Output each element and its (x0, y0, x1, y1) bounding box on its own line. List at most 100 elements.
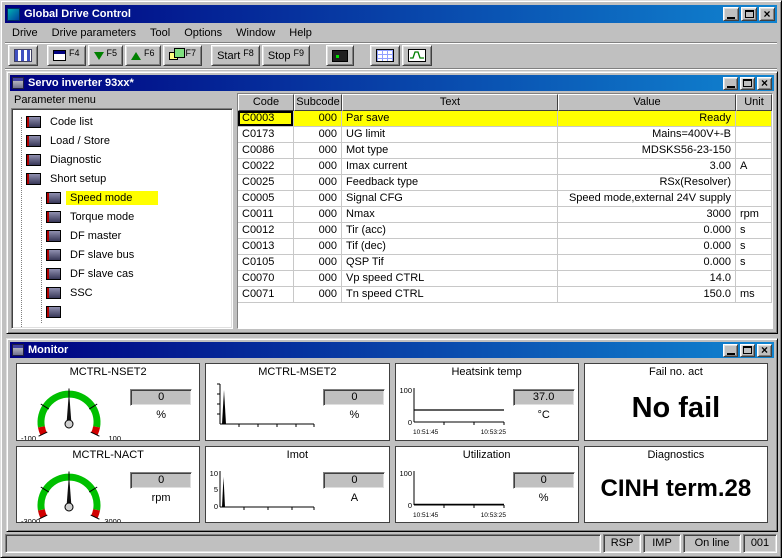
unit-label: % (349, 409, 360, 421)
gauge-min-label: -100 (21, 434, 36, 441)
upload-parameters-button[interactable]: F6 (125, 45, 161, 66)
utilization-chart: 100 0 10:51:45 10:53:25 (399, 469, 506, 519)
parameter-group-icon (46, 210, 61, 223)
tree-item-diagnostic[interactable]: Diagnostic (12, 150, 232, 169)
tree-item-df-slave-bus[interactable]: DF slave bus (12, 245, 232, 264)
table-row[interactable]: C0173 000 UG limit Mains=400V+-B (238, 127, 772, 143)
maximize-button[interactable] (740, 76, 755, 90)
tree-item-torque-mode[interactable]: Torque mode (12, 207, 232, 226)
close-button[interactable]: × (759, 7, 775, 21)
y-min-label: 0 (407, 501, 411, 510)
inverter-titlebar[interactable]: Servo inverter 93xx* × (10, 75, 774, 91)
value-display: 37.0 (512, 389, 575, 406)
drive-list-button[interactable] (8, 45, 38, 66)
maximize-icon (744, 10, 754, 18)
nact-gauge: -3000 3000 (21, 471, 121, 522)
column-header-unit[interactable]: Unit (736, 94, 772, 111)
heatsink-chart: 100 0 10:51:45 10:53:25 (399, 386, 506, 436)
close-button[interactable]: × (757, 343, 772, 357)
menu-tool[interactable]: Tool (143, 26, 177, 40)
download-parameters-button[interactable]: F5 (87, 45, 124, 66)
minimize-button[interactable] (723, 7, 739, 21)
panel-title: MCTRL-NSET2 (69, 366, 147, 378)
status-message-area (5, 534, 601, 553)
oscilloscope-button[interactable] (401, 45, 432, 66)
status-node-number: 001 (743, 534, 777, 553)
upload-icon (131, 51, 142, 60)
parameter-group-icon (46, 286, 61, 299)
fkey-label: F9 (293, 47, 304, 58)
time-label-start: 10:51:45 (413, 512, 439, 519)
tree-item-df-master[interactable]: DF master (12, 226, 232, 245)
panel-title: MCTRL-MSET2 (258, 366, 337, 378)
panel-title: Imot (286, 448, 309, 461)
start-label: Start (217, 49, 241, 62)
unit-label: A (350, 491, 359, 504)
value-display: 0 (130, 471, 193, 489)
value-display: 0 (512, 471, 575, 489)
table-row[interactable]: C0071 000 Tn speed CTRL 150.0 ms (238, 287, 772, 303)
table-row[interactable]: C0013 000 Tif (dec) 0.000 s (238, 239, 772, 255)
main-titlebar[interactable]: Global Drive Control × (5, 5, 777, 23)
table-row[interactable]: C0086 000 Mot type MDSKS56-23-150 (238, 143, 772, 159)
status-bar: RSP IMP On line 001 (5, 534, 777, 553)
column-header-text[interactable]: Text (342, 94, 558, 111)
monitor-titlebar[interactable]: Monitor × (10, 342, 774, 358)
maximize-icon (743, 346, 752, 354)
menu-drive-parameters[interactable]: Drive parameters (45, 26, 143, 40)
main-window: Global Drive Control × Drive Drive param… (0, 0, 782, 558)
maximize-button[interactable] (740, 343, 755, 357)
close-button[interactable]: × (757, 76, 772, 90)
parameter-group-icon (46, 191, 61, 204)
parameter-group-icon (26, 134, 41, 147)
table-row[interactable]: C0011 000 Nmax 3000 rpm (238, 207, 772, 223)
table-row[interactable]: C0070 000 Vp speed CTRL 14.0 (238, 271, 772, 287)
column-header-value[interactable]: Value (558, 94, 736, 111)
window-title: Global Drive Control (24, 8, 131, 20)
monitor-panel-fail: Fail no. act No fail (583, 363, 768, 441)
menu-window[interactable]: Window (229, 26, 282, 40)
parameter-menu-button[interactable]: F4 (47, 45, 86, 66)
maximize-button[interactable] (741, 7, 757, 21)
status-rsp: RSP (603, 534, 641, 553)
tree-item-code-list[interactable]: Code list (12, 112, 232, 131)
monitor-window-button[interactable] (369, 45, 400, 66)
menu-help[interactable]: Help (282, 26, 319, 40)
menu-drive[interactable]: Drive (5, 26, 45, 40)
terminal-io-button[interactable] (325, 45, 354, 66)
compare-parameters-button[interactable]: F7 (162, 45, 203, 66)
panel-title: Heatsink temp (451, 366, 522, 378)
column-header-subcode[interactable]: Subcode (294, 94, 342, 111)
table-row[interactable]: C0025 000 Feedback type RSx(Resolver) (238, 175, 772, 191)
parameter-group-icon (46, 229, 61, 242)
unit-label: °C (537, 409, 550, 421)
compare-icon (168, 47, 185, 60)
tree-item-ssc[interactable]: SSC (12, 283, 232, 302)
stop-button[interactable]: Stop F9 (261, 45, 310, 66)
table-row[interactable]: C0012 000 Tir (acc) 0.000 s (238, 223, 772, 239)
diagnostics-text: CINH term.28 (600, 474, 752, 502)
time-label-start: 10:51:45 (413, 429, 439, 436)
minimize-button[interactable] (723, 343, 738, 357)
tree-item-short-setup[interactable]: Short setup (12, 169, 232, 188)
parameter-group-icon (46, 267, 61, 280)
value-display: 0 (323, 389, 386, 406)
table-row[interactable]: C0003 000 Par save Ready (238, 111, 772, 127)
value-display: 0 (323, 471, 386, 489)
minimize-button[interactable] (723, 76, 738, 90)
menu-options[interactable]: Options (177, 26, 229, 40)
tree-item-speed-mode[interactable]: Speed mode (12, 188, 232, 207)
column-header-code[interactable]: Code (238, 94, 294, 111)
time-label-end: 10:53:25 (480, 429, 506, 436)
table-row[interactable]: C0105 000 QSP Tif 0.000 s (238, 255, 772, 271)
start-button[interactable]: Start F8 (211, 45, 260, 66)
table-row[interactable]: C0022 000 Imax current 3.00 A (238, 159, 772, 175)
panel-title: Utilization (462, 448, 511, 461)
imot-chart: 10 5 0 (210, 469, 315, 511)
tree-item-partial[interactable] (12, 302, 232, 321)
y-max-label: 100 (399, 386, 412, 395)
tree-item-load-store[interactable]: Load / Store (12, 131, 232, 150)
separator (5, 68, 777, 70)
table-row[interactable]: C0005 000 Signal CFG Speed mode,external 24… (238, 191, 772, 207)
tree-item-df-slave-cas[interactable]: DF slave cas (12, 264, 232, 283)
